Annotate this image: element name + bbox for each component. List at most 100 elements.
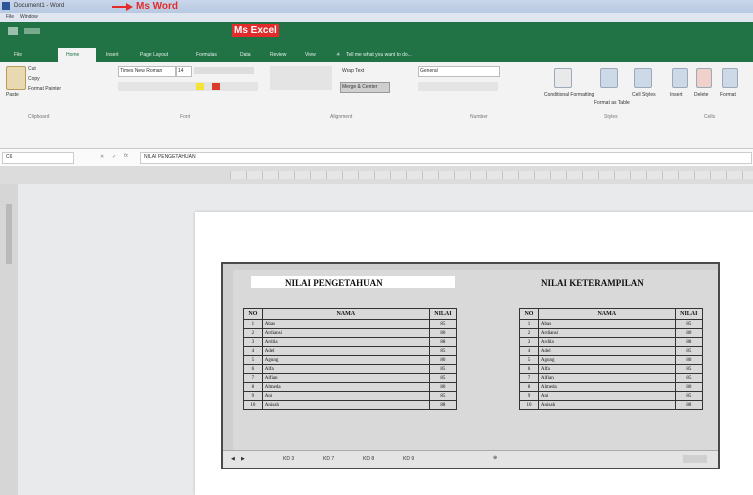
cell-nilai[interactable]: 85 <box>428 346 458 356</box>
cell-nama[interactable]: Adel <box>261 346 430 356</box>
cell-nilai[interactable]: 85 <box>674 364 704 374</box>
cell-nama[interactable]: Agung <box>261 355 430 365</box>
copy-button[interactable]: Copy <box>28 76 40 82</box>
enter-icon[interactable]: ✓ <box>112 154 116 160</box>
sheet-tab-kd9[interactable]: KD 9 <box>403 456 414 462</box>
cell-nilai[interactable]: 80 <box>428 382 458 392</box>
cell-no[interactable]: 9 <box>519 391 539 401</box>
format-as-table-icon[interactable] <box>600 68 618 88</box>
cell-nama[interactable]: Ardila <box>261 337 430 347</box>
cell-nama[interactable]: Abas <box>261 319 430 329</box>
cell-no[interactable]: 9 <box>243 391 263 401</box>
cell-nilai[interactable]: 88 <box>674 400 704 410</box>
cell-nama[interactable]: Alfa <box>537 364 676 374</box>
cell-nama[interactable]: Agung <box>537 355 676 365</box>
cell-nama[interactable]: Abas <box>537 319 676 329</box>
cell-no[interactable]: 6 <box>243 364 263 374</box>
cell-nama[interactable]: Alfian <box>537 373 676 383</box>
cell-nilai[interactable]: 85 <box>674 346 704 356</box>
cell-no[interactable]: 8 <box>519 382 539 392</box>
cell-no[interactable]: 5 <box>519 355 539 365</box>
tab-view[interactable]: View <box>305 52 316 58</box>
tab-page-layout[interactable]: Page Layout <box>140 52 168 58</box>
next-sheet-icon[interactable]: ▶ <box>241 456 245 462</box>
cell-no[interactable]: 2 <box>519 328 539 338</box>
tab-insert[interactable]: Insert <box>106 52 119 58</box>
conditional-formatting-button[interactable]: Conditional Formatting <box>544 92 594 98</box>
cell-nilai[interactable]: 85 <box>428 319 458 329</box>
name-box[interactable] <box>2 152 74 164</box>
cell-no[interactable]: 10 <box>519 400 539 410</box>
fx-icon[interactable]: fx <box>124 153 128 159</box>
formula-input[interactable] <box>140 152 752 164</box>
cell-nilai[interactable]: 85 <box>428 364 458 374</box>
tab-formulas[interactable]: Formulas <box>196 52 217 58</box>
cell-nilai[interactable]: 88 <box>428 337 458 347</box>
cell-nilai[interactable]: 85 <box>674 391 704 401</box>
cell-nama[interactable]: Ani <box>261 391 430 401</box>
cut-button[interactable]: Cut <box>28 66 36 72</box>
sheet-tab-kd3[interactable]: KD 3 <box>283 456 294 462</box>
cell-styles-button[interactable]: Cell Styles <box>632 92 656 98</box>
cell-nama[interactable]: Alfa <box>261 364 430 374</box>
cell-nama[interactable]: Almeda <box>537 382 676 392</box>
insert-cells-button[interactable]: Insert <box>670 92 683 98</box>
cell-nilai[interactable]: 85 <box>674 373 704 383</box>
cell-nama[interactable]: Ardiansi <box>261 328 430 338</box>
paste-button[interactable]: Paste <box>6 92 19 98</box>
column-headers[interactable] <box>230 171 753 179</box>
cell-nama[interactable]: Adel <box>537 346 676 356</box>
font-format-buttons[interactable] <box>118 82 258 91</box>
embedded-excel-sheet[interactable]: NILAI PENGETAHUAN NILAI KETERAMPILAN NO … <box>221 262 720 469</box>
cancel-icon[interactable]: ✕ <box>100 154 104 160</box>
font-color-icon[interactable] <box>212 83 220 90</box>
paste-icon[interactable] <box>6 66 26 90</box>
cell-nilai[interactable]: 88 <box>674 337 704 347</box>
cell-nama[interactable]: Ani <box>537 391 676 401</box>
wrap-text-button[interactable]: Wrap Text <box>342 68 364 74</box>
cell-nilai[interactable]: 88 <box>428 400 458 410</box>
cell-no[interactable]: 10 <box>243 400 263 410</box>
cell-nilai[interactable]: 85 <box>428 373 458 383</box>
tell-me-box[interactable]: Tell me what you want to do... <box>346 52 412 58</box>
tab-home[interactable]: Home <box>66 52 79 58</box>
cell-nama[interactable]: Anisah <box>261 400 430 410</box>
cell-no[interactable]: 1 <box>519 319 539 329</box>
merge-center-button[interactable]: Merge & Center <box>342 84 377 90</box>
tab-file[interactable]: File <box>14 52 22 58</box>
cell-nilai[interactable]: 80 <box>674 328 704 338</box>
cell-no[interactable]: 8 <box>243 382 263 392</box>
cell-nama[interactable]: Anisah <box>537 400 676 410</box>
alignment-buttons[interactable] <box>270 66 332 90</box>
cell-no[interactable]: 7 <box>519 373 539 383</box>
cell-no[interactable]: 6 <box>519 364 539 374</box>
tab-data[interactable]: Data <box>240 52 251 58</box>
cell-nama[interactable]: Ardila <box>537 337 676 347</box>
cell-no[interactable]: 3 <box>519 337 539 347</box>
cell-no[interactable]: 4 <box>519 346 539 356</box>
delete-cells-button[interactable]: Delete <box>694 92 708 98</box>
format-cells-button[interactable]: Format <box>720 92 736 98</box>
cell-no[interactable]: 7 <box>243 373 263 383</box>
cell-nilai[interactable]: 80 <box>674 355 704 365</box>
format-painter-button[interactable]: Format Painter <box>28 86 61 92</box>
sheet-tab-kd8[interactable]: KD 8 <box>363 456 374 462</box>
conditional-formatting-icon[interactable] <box>554 68 572 88</box>
cell-styles-icon[interactable] <box>634 68 652 88</box>
horizontal-scrollbar[interactable] <box>683 455 707 463</box>
cell-nilai[interactable]: 80 <box>428 355 458 365</box>
delete-cells-icon[interactable] <box>696 68 712 88</box>
cell-nilai[interactable]: 85 <box>674 319 704 329</box>
cell-nilai[interactable]: 85 <box>428 391 458 401</box>
save-icon[interactable] <box>8 27 18 35</box>
font-grow-shrink-icons[interactable] <box>194 67 254 74</box>
tab-review[interactable]: Review <box>270 52 286 58</box>
fill-color-icon[interactable] <box>196 83 204 90</box>
sheet-tab-kd7[interactable]: KD 7 <box>323 456 334 462</box>
format-cells-icon[interactable] <box>722 68 738 88</box>
cell-nilai[interactable]: 80 <box>428 328 458 338</box>
word-menu-window[interactable]: Window <box>20 14 38 20</box>
prev-sheet-icon[interactable]: ◀ <box>231 456 235 462</box>
cell-no[interactable]: 3 <box>243 337 263 347</box>
cell-nama[interactable]: Ardiansi <box>537 328 676 338</box>
